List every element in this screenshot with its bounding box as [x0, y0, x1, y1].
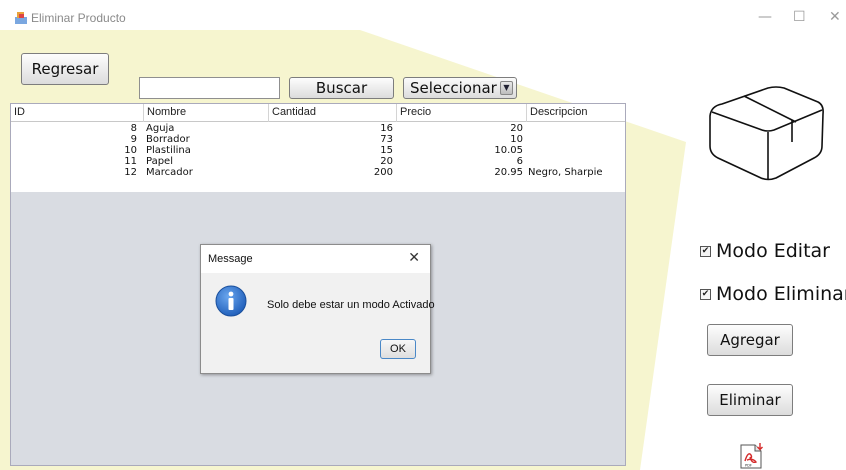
cell-id: 12 [124, 167, 137, 178]
message-dialog: Message ✕ Solo debe estar un modo Activa… [200, 244, 435, 374]
dialog-title-bar: Message ✕ [201, 245, 430, 273]
cell-precio: 10.05 [494, 145, 523, 156]
close-button[interactable]: ✕ [829, 9, 841, 25]
app-icon [15, 12, 27, 24]
table-row[interactable]: 8 Aguja 16 20 [11, 123, 625, 134]
column-header-precio[interactable]: Precio [397, 104, 527, 122]
cell-precio: 6 [516, 156, 523, 167]
minimize-button[interactable]: — [758, 9, 772, 25]
column-header-descripcion[interactable]: Descripcion [527, 104, 625, 122]
maximize-button[interactable]: ☐ [793, 9, 806, 25]
cell-nombre: Papel [146, 156, 173, 167]
pdf-icon[interactable]: PDF [738, 443, 766, 469]
mode-edit-checkbox[interactable]: ✔ Modo Editar [700, 240, 830, 262]
cell-nombre: Marcador [146, 167, 193, 178]
table-body: 8 Aguja 16 20 9 Borrador 73 10 10 Plasti… [11, 122, 625, 192]
search-input[interactable] [139, 77, 280, 99]
main-panel: Regresar Buscar Seleccionar ▼ ID Nombre … [0, 30, 846, 470]
column-header-id[interactable]: ID [11, 104, 144, 122]
add-button[interactable]: Agregar [707, 324, 793, 356]
info-icon [215, 285, 247, 317]
cell-cantidad: 16 [380, 123, 393, 134]
delete-button[interactable]: Eliminar [707, 384, 793, 416]
back-button[interactable]: Regresar [21, 53, 109, 85]
mode-delete-checkbox[interactable]: ✔ Modo Eliminar [700, 283, 846, 305]
cell-id: 8 [130, 123, 137, 134]
cell-id: 10 [124, 145, 137, 156]
column-header-nombre[interactable]: Nombre [144, 104, 269, 122]
window-title: Eliminar Producto [31, 11, 126, 25]
cell-cantidad: 200 [373, 167, 393, 178]
mode-delete-label: Modo Eliminar [716, 283, 846, 305]
cell-nombre: Aguja [146, 123, 175, 134]
box-icon [709, 86, 824, 181]
cell-descripcion: Negro, Sharpie [528, 167, 603, 178]
cell-cantidad: 73 [380, 134, 393, 145]
svg-text:PDF: PDF [745, 464, 752, 468]
chevron-down-icon[interactable]: ▼ [500, 81, 513, 95]
table-row[interactable]: 11 Papel 20 6 [11, 156, 625, 167]
dialog-message: Solo debe estar un modo Activado [267, 299, 435, 311]
cell-id: 11 [124, 156, 137, 167]
checkbox-check-icon[interactable]: ✔ [700, 245, 711, 257]
cell-nombre: Borrador [146, 134, 190, 145]
ok-button[interactable]: OK [380, 339, 416, 359]
column-header-cantidad[interactable]: Cantidad [269, 104, 397, 122]
cell-precio: 10 [510, 134, 523, 145]
checkbox-check-icon[interactable]: ✔ [700, 288, 711, 300]
title-bar: Eliminar Producto — ☐ ✕ [0, 0, 846, 30]
category-select[interactable]: Seleccionar ▼ [403, 77, 517, 99]
mode-edit-label: Modo Editar [716, 240, 830, 262]
table-row[interactable]: 12 Marcador 200 20.95 Negro, Sharpie [11, 167, 625, 178]
table-header: ID Nombre Cantidad Precio Descripcion [11, 104, 625, 122]
dialog-close-button[interactable]: ✕ [408, 250, 420, 266]
search-button[interactable]: Buscar [289, 77, 394, 99]
cell-nombre: Plastilina [146, 145, 191, 156]
table-row[interactable]: 10 Plastilina 15 10.05 [11, 145, 625, 156]
cell-id: 9 [130, 134, 137, 145]
cell-precio: 20.95 [494, 167, 523, 178]
cell-cantidad: 15 [380, 145, 393, 156]
dialog-title: Message [208, 253, 253, 265]
table-row[interactable]: 9 Borrador 73 10 [11, 134, 625, 145]
select-value: Seleccionar [410, 79, 497, 97]
cell-precio: 20 [510, 123, 523, 134]
cell-cantidad: 20 [380, 156, 393, 167]
